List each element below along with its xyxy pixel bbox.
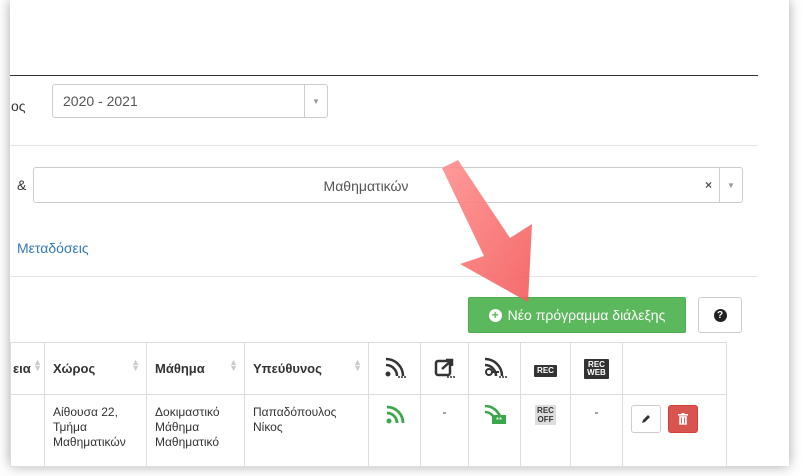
clear-icon[interactable]: × [705,178,712,192]
room-line: Τμήμα [53,420,87,434]
rec-web-icon: REC WEB [584,358,609,379]
sort-icon: ▲ ▼ [229,357,238,373]
column-header-actions [622,342,727,395]
department-select[interactable]: Μαθηματικών × ▼ [33,167,743,203]
rec-web-bottom: WEB [587,367,606,377]
column-header-rec: REC [520,342,571,395]
share-cell: - [420,394,469,467]
room-line: Μαθηματικών [53,435,126,449]
share-icon [434,358,455,378]
rss-icon [385,357,406,378]
course-line: Δοκιμαστικό [155,405,220,419]
broadcasts-link[interactable]: Μεταδόσεις [17,240,89,256]
column-header-label: Μάθημα [155,361,205,376]
table-row: Αίθουσα 22, Τμήμα Μαθηματικών Δοκιμαστικ… [10,394,727,467]
annotation-arrow [442,160,532,302]
academic-year-label: ος [11,98,26,114]
rec-off-icon[interactable]: REC OFF [535,405,556,425]
academic-year-value: 2020 - 2021 [63,93,138,109]
column-header[interactable]: εια ▲ ▼ [10,342,45,395]
column-header-rec-web: REC WEB [570,342,623,395]
rec-icon: REC [534,364,557,377]
rec-off-bottom: OFF [537,415,554,424]
course-cell: Δοκιμαστικό Μάθημα Μαθηματικό [146,394,245,467]
rec-cell[interactable]: REC OFF [520,394,571,467]
column-header-label: Υπεύθυνος [253,361,322,376]
secure-live-cell[interactable]: ** [468,394,521,467]
column-header-label: Χώρος [53,361,96,376]
column-header-room[interactable]: Χώρος ▲ ▼ [44,342,147,395]
column-header-live [368,342,421,395]
responsible-cell: Παπαδόπουλος Νίκος [244,394,369,467]
divider [10,276,758,277]
key-rss-icon [484,357,507,378]
sort-icon: ▲ ▼ [131,357,140,373]
column-header-secure-live [468,342,521,395]
schedule-table: εια ▲ ▼ Χώρος ▲ ▼ Μάθημα ▲ ▼ Υπεύθυνος ▲ ▼ REC R… [10,342,727,467]
help-button[interactable]: ? [698,297,742,333]
question-circle-icon: ? [713,308,727,322]
course-line: Μαθηματικό [155,435,220,449]
header-divider [10,75,758,76]
chevron-down-icon[interactable]: ▼ [719,168,742,202]
department-label: & [17,177,27,193]
column-header-course[interactable]: Μάθημα ▲ ▼ [146,342,245,395]
responsible-line: Παπαδόπουλος [253,405,337,419]
rss-icon[interactable] [385,405,405,425]
live-cell[interactable] [368,394,421,467]
trash-icon [678,413,689,425]
room-cell: Αίθουσα 22, Τμήμα Μαθηματικών [44,394,147,467]
rec-web-cell: - [570,394,623,467]
course-line: Μάθημα [155,420,200,434]
table-header-row: εια ▲ ▼ Χώρος ▲ ▼ Μάθημα ▲ ▼ Υπεύθυνος ▲ ▼ REC R… [10,342,727,395]
new-schedule-label: Νέο πρόγραμμα διάλεξης [507,307,666,323]
department-value: Μαθηματικών [323,178,409,194]
column-header-responsible[interactable]: Υπεύθυνος ▲ ▼ [244,342,369,395]
key-rss-icon[interactable]: ** [483,405,507,425]
column-header-label: εια [13,361,31,376]
delete-button[interactable] [668,405,699,433]
responsible-line: Νίκος [253,420,283,434]
table-cell [10,394,45,467]
rec-off-top: REC [537,406,554,415]
actions-cell [622,394,727,467]
pencil-icon [642,415,650,423]
plus-circle-icon: + [488,308,502,322]
edit-button[interactable] [631,405,661,433]
sort-icon: ▲ ▼ [33,357,42,373]
column-header-share [420,342,469,395]
sort-icon: ▲ ▼ [353,357,362,373]
svg-text:**: ** [495,416,501,425]
room-line: Αίθουσα 22, [53,405,118,419]
academic-year-select[interactable]: 2020 - 2021 ▼ [52,84,328,118]
chevron-down-icon[interactable]: ▼ [304,85,327,117]
divider [10,145,758,146]
